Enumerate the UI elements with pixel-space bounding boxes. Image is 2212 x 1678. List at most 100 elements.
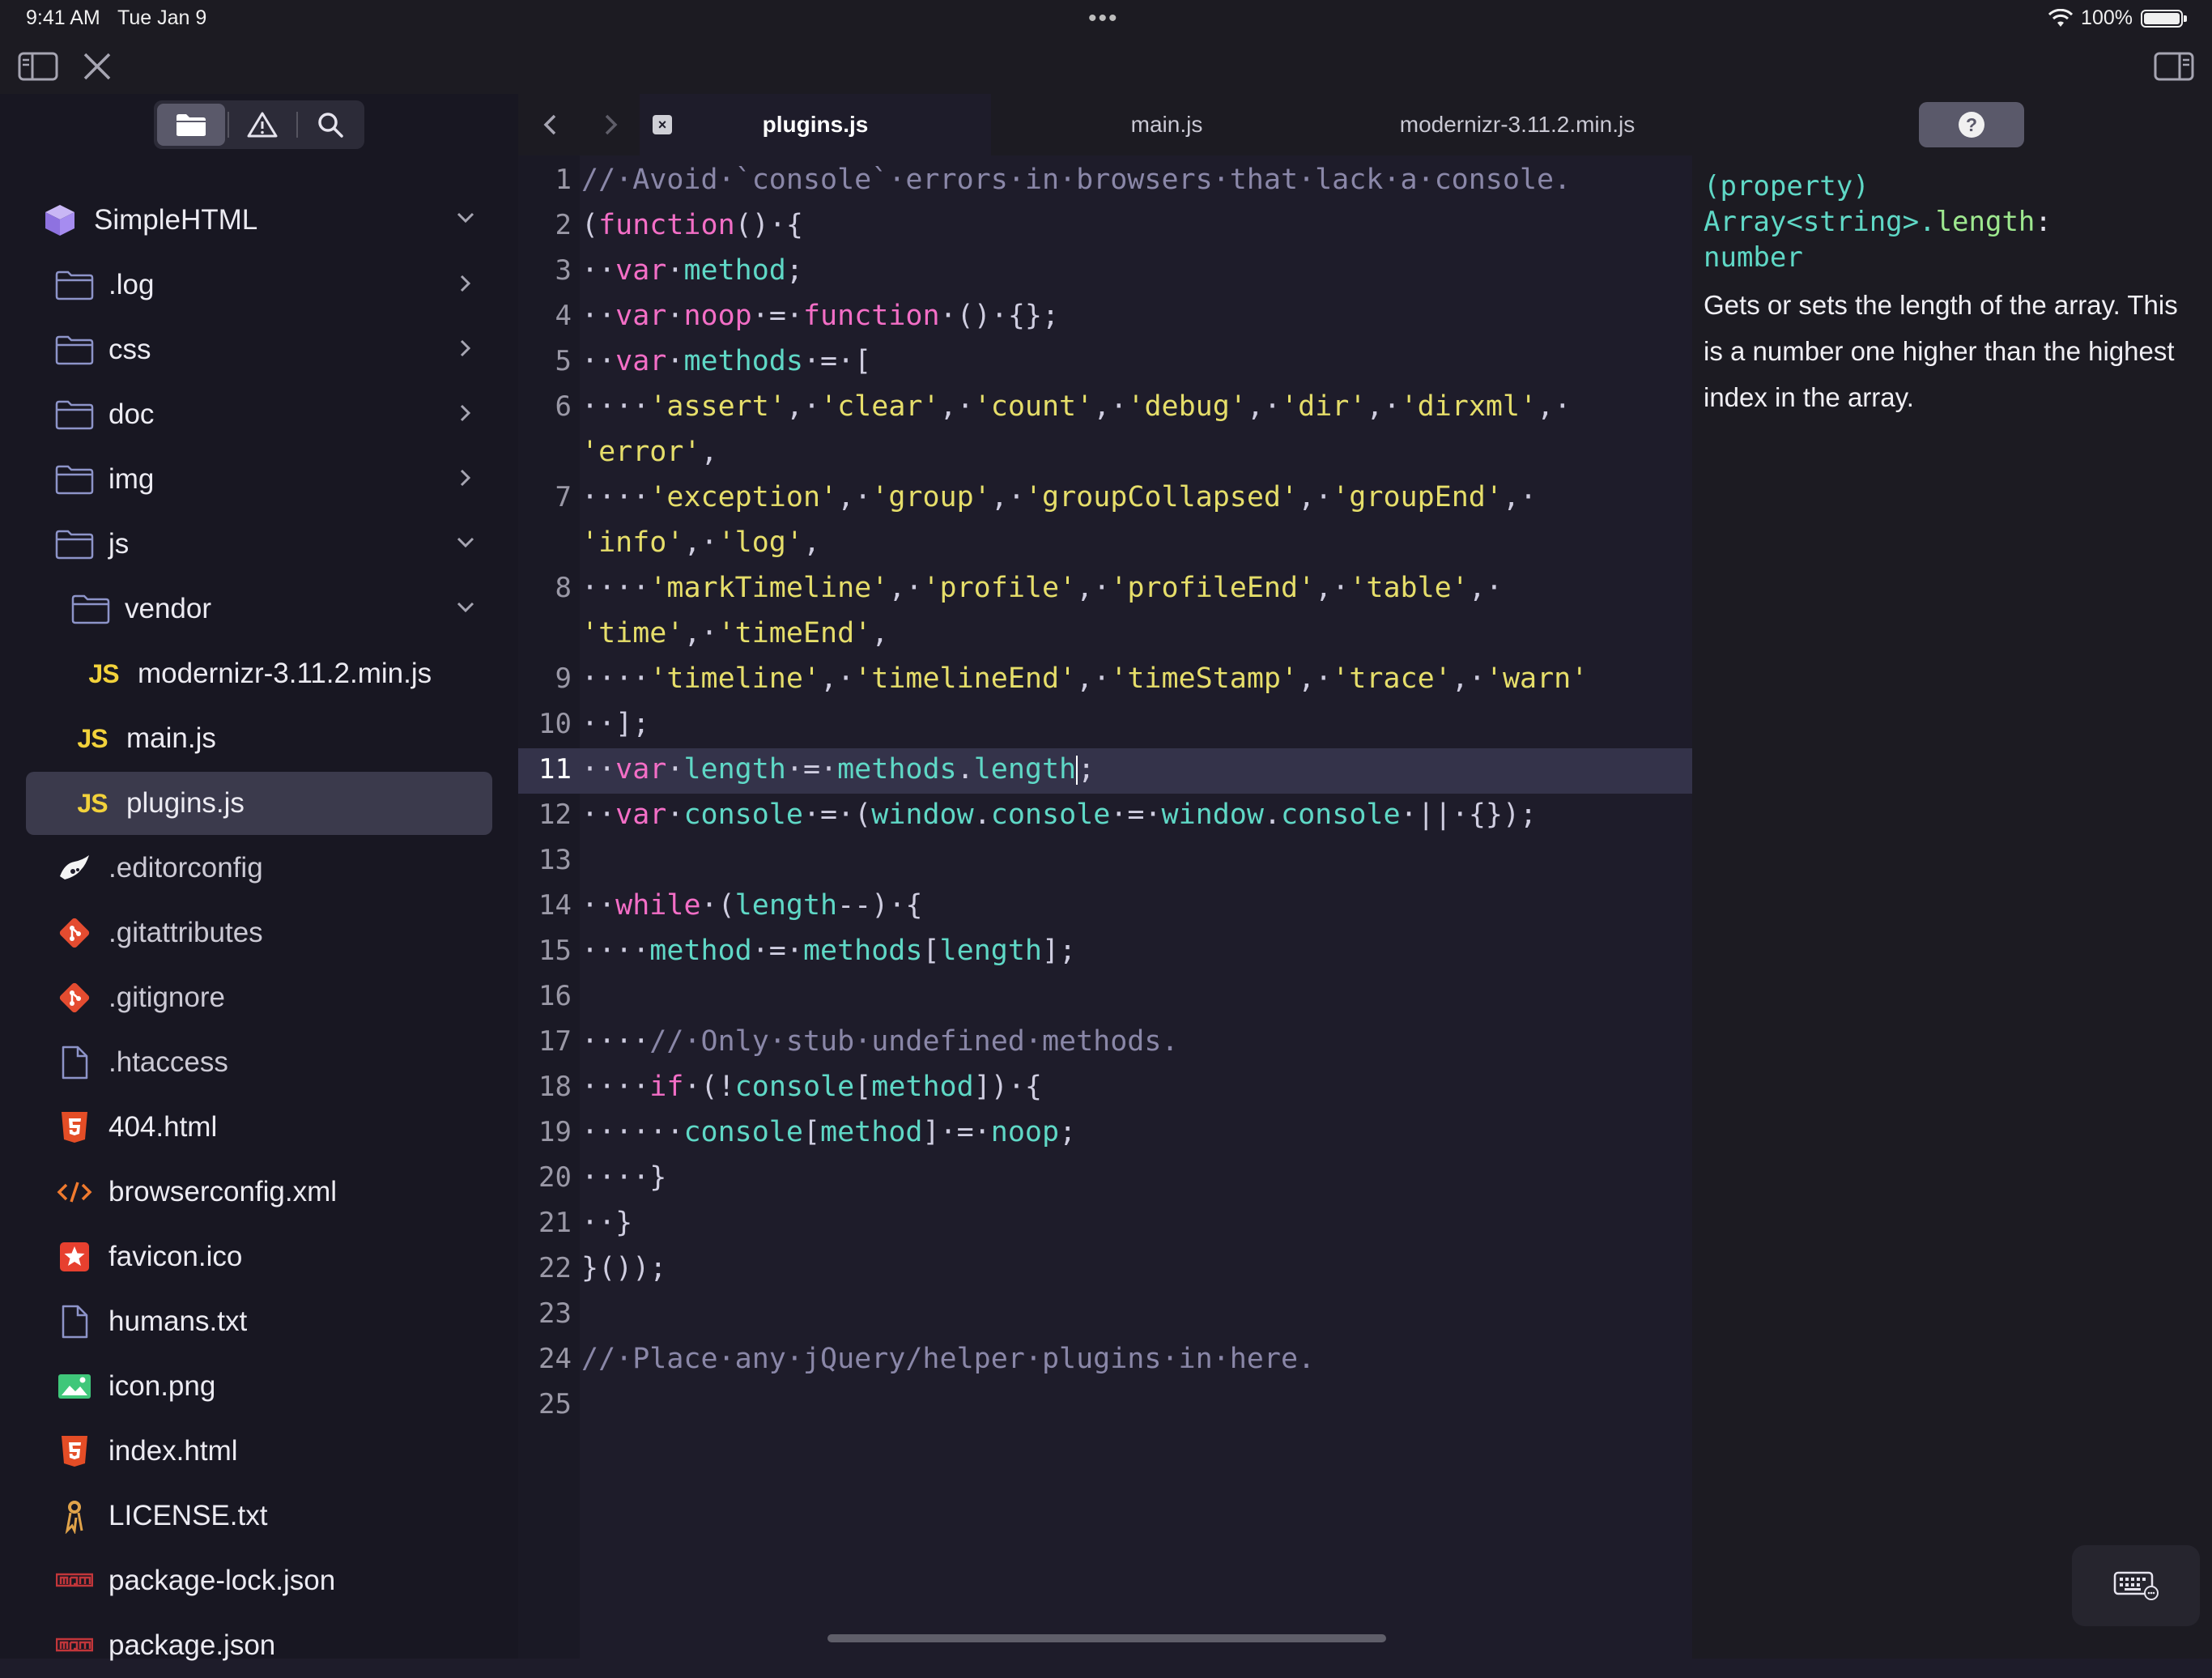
- code-line[interactable]: 22}());: [518, 1247, 1692, 1293]
- code-text: ····'timeline',·'timelineEnd',·'timeStam…: [581, 662, 1588, 695]
- tab-files[interactable]: [157, 104, 225, 146]
- code-line[interactable]: 4 ··var·noop·=·function·()·{};: [518, 295, 1692, 340]
- warning-icon: [247, 112, 278, 138]
- tree-item[interactable]: icon.png: [0, 1354, 518, 1419]
- code-token: while: [615, 889, 701, 922]
- code-text: ····'exception',·'group',·'groupCollapse…: [581, 481, 1537, 513]
- tree-item[interactable]: js: [0, 512, 518, 577]
- tree-item[interactable]: vendor: [0, 577, 518, 641]
- code-line[interactable]: 'time',·'timeEnd',: [518, 612, 1692, 658]
- code-token: 'clear': [820, 390, 940, 423]
- tree-item[interactable]: img: [0, 447, 518, 512]
- tree-item[interactable]: .htaccess: [0, 1030, 518, 1095]
- code-line[interactable]: 16: [518, 975, 1692, 1020]
- code-line[interactable]: 24 //·Place·any·jQuery/helper·plugins·in·…: [518, 1338, 1692, 1383]
- tree-item[interactable]: 404.html: [0, 1095, 518, 1160]
- code-text: 'time',·'timeEnd',: [581, 617, 888, 649]
- tree-item[interactable]: .editorconfig: [0, 836, 518, 901]
- code-line[interactable]: 15 ····method·=·methods[length];: [518, 930, 1692, 975]
- forward-icon[interactable]: [598, 112, 623, 138]
- code-token: 'log': [717, 526, 803, 559]
- code-token: ·: [666, 254, 684, 287]
- tree-item[interactable]: humans.txt: [0, 1289, 518, 1354]
- code-line[interactable]: 2 (function()·{: [518, 204, 1692, 249]
- sidebar-toggle-icon[interactable]: [18, 50, 58, 83]
- code-token: ,·: [785, 390, 821, 423]
- close-icon[interactable]: [81, 50, 113, 83]
- tree-item[interactable]: .log: [0, 253, 518, 317]
- code-token: 'table': [1349, 572, 1469, 604]
- project-root[interactable]: SimpleHTML: [0, 188, 518, 253]
- tree-item[interactable]: package-lock.json: [0, 1548, 518, 1613]
- tree-item[interactable]: doc: [0, 382, 518, 447]
- code-line[interactable]: 'info',·'log',: [518, 522, 1692, 567]
- chevron-down-icon[interactable]: [453, 530, 478, 562]
- keyboard-button[interactable]: [2072, 1545, 2200, 1626]
- tree-item[interactable]: index.html: [0, 1419, 518, 1484]
- line-number: 5: [555, 345, 572, 377]
- code-line[interactable]: 21 ··}: [518, 1202, 1692, 1247]
- editor-tab[interactable]: × plugins.js: [640, 94, 991, 155]
- chevron-down-icon[interactable]: [453, 206, 478, 230]
- code-line[interactable]: 23: [518, 1293, 1692, 1338]
- code-text: ··var·length·=·methods.length;: [581, 753, 1095, 786]
- multitasking-dots[interactable]: •••: [1088, 5, 1119, 32]
- home-indicator[interactable]: [827, 1634, 1386, 1642]
- code-line[interactable]: 6 ····'assert',·'clear',·'count',·'debug'…: [518, 385, 1692, 431]
- right-panel-toggle-icon[interactable]: [2154, 50, 2194, 83]
- tree-item[interactable]: LICENSE.txt: [0, 1484, 518, 1548]
- tab-close-icon[interactable]: ×: [653, 115, 672, 134]
- tree-item[interactable]: css: [0, 317, 518, 382]
- code-token: ·=·: [751, 935, 803, 967]
- code-token: methods: [802, 935, 923, 967]
- code-line[interactable]: 9 ····'timeline',·'timelineEnd',·'timeSta…: [518, 658, 1692, 703]
- code-line[interactable]: 20 ····}: [518, 1156, 1692, 1202]
- tree-item[interactable]: .gitignore: [0, 965, 518, 1030]
- tree-item[interactable]: JS plugins.js: [0, 771, 518, 836]
- tree-item[interactable]: .gitattributes: [0, 901, 518, 965]
- line-number: 6: [555, 390, 572, 423]
- quick-help-button[interactable]: ?: [1919, 102, 2024, 147]
- code-line[interactable]: 8 ····'markTimeline',·'profile',·'profile…: [518, 567, 1692, 612]
- chevron-right-icon[interactable]: [453, 400, 478, 432]
- chevron-right-icon[interactable]: [453, 335, 478, 368]
- code-line[interactable]: 5 ··var·methods·=·[: [518, 340, 1692, 385]
- chevron-right-icon[interactable]: [453, 465, 478, 497]
- code-token: ,·: [939, 390, 974, 423]
- code-line[interactable]: 10 ··];: [518, 703, 1692, 748]
- chevron-right-icon[interactable]: [453, 270, 478, 303]
- code-token: ····}: [581, 1161, 667, 1194]
- toolbar: [0, 39, 2212, 94]
- line-number: 2: [555, 209, 572, 241]
- code-line[interactable]: 17 ····//·Only·stub·undefined·methods.: [518, 1020, 1692, 1066]
- code-line[interactable]: 1 //·Avoid·`console`·errors·in·browsers·t…: [518, 159, 1692, 204]
- code-line[interactable]: 13: [518, 839, 1692, 884]
- code-line[interactable]: 3 ··var·method;: [518, 249, 1692, 295]
- tree-item[interactable]: JS modernizr-3.11.2.min.js: [0, 641, 518, 706]
- line-number: 18: [538, 1071, 572, 1103]
- chevron-down-icon[interactable]: [453, 594, 478, 627]
- tree-item[interactable]: JS main.js: [0, 706, 518, 771]
- tree-item[interactable]: browserconfig.xml: [0, 1160, 518, 1224]
- code-line[interactable]: 'error',: [518, 431, 1692, 476]
- tree-item[interactable]: favicon.ico: [0, 1224, 518, 1289]
- tree-item[interactable]: package.json: [0, 1613, 518, 1678]
- code-line[interactable]: 25: [518, 1383, 1692, 1429]
- code-line[interactable]: 14 ··while·(length--)·{: [518, 884, 1692, 930]
- tab-search[interactable]: [296, 104, 364, 146]
- editor-tab[interactable]: modernizr-3.11.2.min.js: [1342, 94, 1692, 155]
- back-icon[interactable]: [538, 112, 564, 138]
- code-editor[interactable]: 1 //·Avoid·`console`·errors·in·browsers·t…: [518, 155, 1692, 1659]
- tab-problems[interactable]: [228, 104, 296, 146]
- code-line[interactable]: 7 ····'exception',·'group',·'groupCollaps…: [518, 476, 1692, 522]
- code-token: var: [615, 799, 667, 831]
- package-icon: [37, 202, 83, 238]
- code-line[interactable]: 19 ······console[method]·=·noop;: [518, 1111, 1692, 1156]
- code-line[interactable]: 18 ····if·(!console[method])·{: [518, 1066, 1692, 1111]
- line-number: 3: [555, 254, 572, 287]
- code-line[interactable]: 11 ··var·length·=·methods.length;: [518, 748, 1692, 794]
- code-line[interactable]: 12 ··var·console·=·(window.console·=·wind…: [518, 794, 1692, 839]
- file-icon: [52, 1304, 97, 1339]
- code-token: noop: [990, 1116, 1060, 1148]
- editor-tab[interactable]: main.js: [991, 94, 1342, 155]
